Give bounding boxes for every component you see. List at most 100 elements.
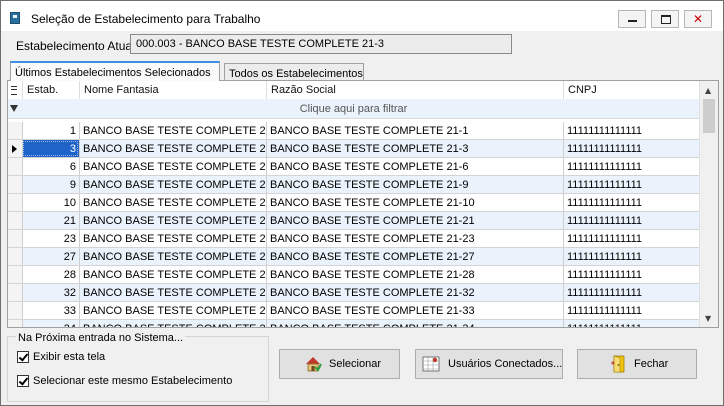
table-row[interactable]: 9 BANCO BASE TESTE COMPLETE 2 BANCO BASE T…: [8, 176, 699, 194]
cell-cnpj[interactable]: 11111111111111: [563, 266, 699, 283]
table-row[interactable]: 23 BANCO BASE TESTE COMPLETE 2 BANCO BASE …: [8, 230, 699, 248]
cell-cnpj[interactable]: 11111111111111: [563, 230, 699, 247]
show-screen-label[interactable]: Exibir esta tela: [33, 351, 105, 363]
row-indicator[interactable]: [8, 212, 22, 229]
cell-nome-fantasia[interactable]: BANCO BASE TESTE COMPLETE 2: [79, 302, 266, 319]
cell-estab[interactable]: 6: [22, 158, 79, 175]
cell-estab[interactable]: 10: [22, 194, 79, 211]
cell-estab[interactable]: 1: [22, 122, 79, 139]
row-indicator[interactable]: [8, 176, 22, 193]
cell-estab[interactable]: 34: [22, 320, 79, 327]
table-row[interactable]: 32 BANCO BASE TESTE COMPLETE 2 BANCO BASE …: [8, 284, 699, 302]
row-indicator[interactable]: [8, 230, 22, 247]
cell-estab[interactable]: 32: [22, 284, 79, 301]
minimize-button[interactable]: [618, 10, 646, 28]
cell-razao-social[interactable]: BANCO BASE TESTE COMPLETE 21-23: [266, 230, 563, 247]
same-establishment-label[interactable]: Selecionar este mesmo Estabelecimento: [33, 375, 232, 387]
cell-cnpj[interactable]: 11111111111111: [563, 158, 699, 175]
scroll-down-icon[interactable]: ▼: [705, 315, 711, 323]
close-icon: ✕: [692, 12, 704, 26]
close-window-button[interactable]: ✕: [684, 10, 712, 28]
cell-estab[interactable]: 9: [22, 176, 79, 193]
tab-all-establishments[interactable]: Todos os Estabelecimentos: [224, 63, 364, 81]
cell-razao-social[interactable]: BANCO BASE TESTE COMPLETE 21-21: [266, 212, 563, 229]
cell-cnpj[interactable]: 11111111111111: [563, 176, 699, 193]
column-chooser-icon[interactable]: [8, 81, 22, 99]
table-row[interactable]: 1 BANCO BASE TESTE COMPLETE 2 BANCO BASE T…: [8, 122, 699, 140]
cell-nome-fantasia[interactable]: BANCO BASE TESTE COMPLETE 2: [79, 266, 266, 283]
cell-estab[interactable]: 3: [22, 140, 79, 157]
row-indicator[interactable]: [8, 122, 22, 139]
cell-nome-fantasia[interactable]: BANCO BASE TESTE COMPLETE 2: [79, 230, 266, 247]
cell-razao-social[interactable]: BANCO BASE TESTE COMPLETE 21-32: [266, 284, 563, 301]
cell-cnpj[interactable]: 11111111111111: [563, 140, 699, 157]
filter-row[interactable]: Clique aqui para filtrar: [8, 99, 699, 119]
connected-users-button[interactable]: Usuários Conectados...: [415, 349, 563, 379]
row-indicator[interactable]: [8, 158, 22, 175]
cell-nome-fantasia[interactable]: BANCO BASE TESTE COMPLETE 2: [79, 284, 266, 301]
row-indicator[interactable]: [8, 266, 22, 283]
table-row[interactable]: 6 BANCO BASE TESTE COMPLETE 2 BANCO BASE T…: [8, 158, 699, 176]
scroll-up-icon[interactable]: ▲: [705, 87, 711, 95]
column-header-razao-social[interactable]: Razão Social: [266, 81, 563, 99]
cell-cnpj[interactable]: 11111111111111: [563, 194, 699, 211]
cell-nome-fantasia[interactable]: BANCO BASE TESTE COMPLETE 2: [79, 212, 266, 229]
cell-cnpj[interactable]: 11111111111111: [563, 284, 699, 301]
table-row[interactable]: 33 BANCO BASE TESTE COMPLETE 2 BANCO BASE …: [8, 302, 699, 320]
show-screen-checkbox[interactable]: [17, 351, 29, 363]
table-row[interactable]: 10 BANCO BASE TESTE COMPLETE 2 BANCO BASE …: [8, 194, 699, 212]
column-header-nome-fantasia[interactable]: Nome Fantasia: [79, 81, 266, 99]
cell-razao-social[interactable]: BANCO BASE TESTE COMPLETE 21-3: [266, 140, 563, 157]
select-button[interactable]: Selecionar: [279, 349, 400, 379]
table-row[interactable]: 28 BANCO BASE TESTE COMPLETE 2 BANCO BASE …: [8, 266, 699, 284]
table-row[interactable]: 27 BANCO BASE TESTE COMPLETE 2 BANCO BASE …: [8, 248, 699, 266]
row-indicator[interactable]: [8, 320, 22, 327]
maximize-button[interactable]: [651, 10, 679, 28]
cell-cnpj[interactable]: 11111111111111: [563, 122, 699, 139]
title-bar[interactable]: Seleção de Estabelecimento para Trabalho…: [1, 1, 723, 31]
cell-estab[interactable]: 33: [22, 302, 79, 319]
cell-cnpj[interactable]: 11111111111111: [563, 320, 699, 327]
row-indicator[interactable]: [8, 140, 22, 157]
cell-nome-fantasia[interactable]: BANCO BASE TESTE COMPLETE 2: [79, 176, 266, 193]
row-indicator[interactable]: [8, 302, 22, 319]
cell-razao-social[interactable]: BANCO BASE TESTE COMPLETE 21-33: [266, 302, 563, 319]
cell-estab[interactable]: 21: [22, 212, 79, 229]
minimize-icon: [628, 20, 637, 22]
cell-estab[interactable]: 28: [22, 266, 79, 283]
cell-nome-fantasia[interactable]: BANCO BASE TESTE COMPLETE 2: [79, 194, 266, 211]
close-button[interactable]: Fechar: [577, 349, 697, 379]
table-row[interactable]: 34BANCO BASE TESTE COMPLETE 2BANCO BASE …: [8, 320, 699, 327]
row-indicator[interactable]: [8, 194, 22, 211]
row-indicator[interactable]: [8, 284, 22, 301]
cell-estab[interactable]: 27: [22, 248, 79, 265]
vertical-scrollbar[interactable]: ▲ ▼: [699, 81, 718, 327]
cell-razao-social[interactable]: BANCO BASE TESTE COMPLETE 21-34: [266, 320, 563, 327]
table-row[interactable]: 3 BANCO BASE TESTE COMPLETE 2 BANCO BASE T…: [8, 140, 699, 158]
tab-recent-establishments[interactable]: Últimos Estabelecimentos Selecionados: [10, 61, 220, 81]
current-row-arrow-icon: [12, 145, 17, 153]
row-indicator[interactable]: [8, 248, 22, 265]
scroll-thumb[interactable]: [703, 99, 715, 133]
cell-razao-social[interactable]: BANCO BASE TESTE COMPLETE 21-10: [266, 194, 563, 211]
cell-nome-fantasia[interactable]: BANCO BASE TESTE COMPLETE 2: [79, 320, 266, 327]
current-establishment-label: Estabelecimento Atual:: [16, 39, 139, 53]
cell-nome-fantasia[interactable]: BANCO BASE TESTE COMPLETE 2: [79, 248, 266, 265]
table-row[interactable]: 21 BANCO BASE TESTE COMPLETE 2 BANCO BASE …: [8, 212, 699, 230]
cell-razao-social[interactable]: BANCO BASE TESTE COMPLETE 21-28: [266, 266, 563, 283]
establishments-grid[interactable]: Estab. Nome Fantasia Razão Social CNPJ C…: [7, 80, 719, 328]
column-header-cnpj[interactable]: CNPJ: [563, 81, 699, 99]
cell-nome-fantasia[interactable]: BANCO BASE TESTE COMPLETE 2: [79, 140, 266, 157]
cell-cnpj[interactable]: 11111111111111: [563, 302, 699, 319]
same-establishment-checkbox[interactable]: [17, 375, 29, 387]
cell-nome-fantasia[interactable]: BANCO BASE TESTE COMPLETE 2: [79, 122, 266, 139]
cell-razao-social[interactable]: BANCO BASE TESTE COMPLETE 21-27: [266, 248, 563, 265]
cell-razao-social[interactable]: BANCO BASE TESTE COMPLETE 21-6: [266, 158, 563, 175]
cell-cnpj[interactable]: 11111111111111: [563, 212, 699, 229]
cell-cnpj[interactable]: 11111111111111: [563, 248, 699, 265]
cell-estab[interactable]: 23: [22, 230, 79, 247]
cell-razao-social[interactable]: BANCO BASE TESTE COMPLETE 21-1: [266, 122, 563, 139]
cell-nome-fantasia[interactable]: BANCO BASE TESTE COMPLETE 2: [79, 158, 266, 175]
cell-razao-social[interactable]: BANCO BASE TESTE COMPLETE 21-9: [266, 176, 563, 193]
column-header-estab[interactable]: Estab.: [22, 81, 79, 99]
